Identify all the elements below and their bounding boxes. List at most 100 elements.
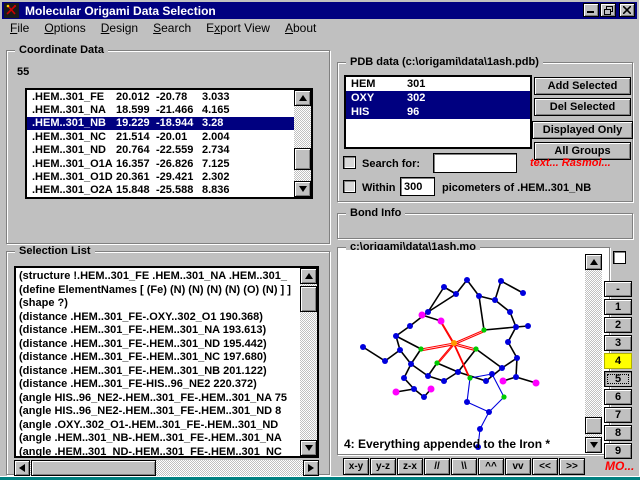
- selection-line[interactable]: (distance .HEM..301_FE-.HEM..301_ND 195.…: [19, 338, 300, 352]
- within-distance-input[interactable]: [400, 177, 435, 196]
- menu-options[interactable]: Options: [44, 21, 85, 35]
- transform-button[interactable]: y-z: [370, 458, 396, 475]
- viewer-checkbox[interactable]: [613, 251, 626, 264]
- view-button-5[interactable]: 5: [604, 371, 632, 387]
- scrollbar-thumb[interactable]: [294, 148, 311, 170]
- scroll-down-icon[interactable]: [585, 437, 602, 453]
- window-title: Molecular Origami Data Selection: [25, 4, 216, 18]
- coordinate-row[interactable]: .HEM..301_FE20.012-20.783.033: [27, 90, 294, 103]
- viewer-scrollbar[interactable]: [585, 254, 602, 453]
- minimize-button[interactable]: [583, 3, 599, 17]
- title-bar[interactable]: Molecular Origami Data Selection: [2, 2, 637, 19]
- add-selected-button[interactable]: Add Selected: [534, 77, 631, 95]
- pdb-row[interactable]: OXY302: [346, 91, 530, 105]
- selection-line[interactable]: (distance .HEM..301_FE-.HEM..301_NB 201.…: [19, 365, 300, 379]
- molecule-canvas[interactable]: [340, 250, 584, 454]
- selection-line[interactable]: (angle .HEM..301_ND-.HEM..301_FE-.HEM..3…: [19, 446, 300, 457]
- selection-line[interactable]: (distance .HEM..301_FE-.HEM..301_NC 197.…: [19, 351, 300, 365]
- scroll-down-icon[interactable]: [300, 440, 317, 456]
- selection-list-title: Selection List: [15, 245, 95, 257]
- selection-list-scrollbar[interactable]: [300, 268, 317, 456]
- pdb-row[interactable]: HEM301: [346, 77, 530, 91]
- selection-line[interactable]: (distance .HEM..301_FE-HIS..96_NE2 220.3…: [19, 378, 300, 392]
- menu-export-view[interactable]: Export View: [206, 21, 270, 35]
- coordinate-row[interactable]: .HEM..301_O2A15.848-25.5888.836: [27, 184, 294, 197]
- scrollbar-thumb[interactable]: [585, 417, 602, 434]
- menu-bar: File Options Design Search Export View About: [2, 19, 637, 37]
- transform-button[interactable]: x-y: [343, 458, 369, 475]
- selection-list-group: Selection List (structure !.HEM..301_FE …: [6, 251, 330, 475]
- within-checkbox[interactable]: [343, 180, 356, 193]
- menu-design[interactable]: Design: [101, 21, 138, 35]
- view-button-7[interactable]: 7: [604, 407, 632, 423]
- restore-button[interactable]: [600, 3, 616, 17]
- view-button-4[interactable]: 4: [604, 353, 632, 369]
- transform-button[interactable]: \\: [451, 458, 477, 475]
- pdb-listbox[interactable]: HEM301OXY302HIS96: [344, 75, 532, 149]
- search-hint: text... Rasmol...: [530, 157, 611, 169]
- scroll-right-icon[interactable]: [303, 460, 319, 476]
- selection-line[interactable]: (angle HIS..96_NE2-.HEM..301_FE-.HEM..30…: [19, 392, 300, 406]
- scrollbar-thumb[interactable]: [31, 460, 156, 476]
- coordinate-row[interactable]: .HEM..301_O1A16.357-26.8267.125: [27, 157, 294, 170]
- selection-line[interactable]: (define ElementNames [ (Fe) (N) (N) (N) …: [19, 284, 300, 298]
- transform-button[interactable]: //: [424, 458, 450, 475]
- selection-list-hscrollbar[interactable]: [14, 460, 319, 476]
- view-button-3[interactable]: 3: [604, 335, 632, 351]
- bond-info-group: Bond Info: [337, 213, 633, 239]
- bond-info-title: Bond Info: [346, 207, 405, 219]
- transform-button[interactable]: <<: [532, 458, 558, 475]
- coordinate-row[interactable]: .HEM..301_NB19.229-18.9443.28: [27, 117, 294, 130]
- view-caption: 4: Everything appended to the Iron *: [344, 437, 550, 451]
- scrollbar-track[interactable]: [294, 106, 311, 181]
- app-icon[interactable]: [4, 3, 19, 18]
- menu-file[interactable]: File: [10, 21, 29, 35]
- selection-line[interactable]: (shape ?): [19, 297, 300, 311]
- close-button[interactable]: [619, 3, 635, 17]
- selection-line[interactable]: (angle HIS..96_NE2-.HEM..301_FE-.HEM..30…: [19, 405, 300, 419]
- coordinate-row[interactable]: .HEM..301_ND20.764-22.5592.734: [27, 144, 294, 157]
- coordinate-count: 55: [17, 66, 29, 78]
- scroll-left-icon[interactable]: [14, 460, 30, 476]
- pdb-data-title: PDB data (c:\origami\data\1ash.pdb): [346, 56, 543, 68]
- scroll-up-icon[interactable]: [585, 254, 602, 270]
- transform-button[interactable]: >>: [559, 458, 585, 475]
- coordinate-data-title: Coordinate Data: [15, 44, 108, 56]
- displayed-only-button[interactable]: Displayed Only: [532, 121, 633, 139]
- selection-listbox[interactable]: (structure !.HEM..301_FE .HEM..301_NA .H…: [14, 266, 319, 458]
- coordinate-row[interactable]: .HEM..301_NA18.599-21.4664.165: [27, 103, 294, 116]
- transform-button[interactable]: z-x: [397, 458, 423, 475]
- view-button-8[interactable]: 8: [604, 425, 632, 441]
- scrollbar-track[interactable]: [585, 270, 602, 437]
- molecule-drawing: [340, 250, 584, 454]
- search-for-label: Search for:: [362, 158, 420, 170]
- coordinate-list-scrollbar[interactable]: [294, 90, 311, 197]
- selection-line[interactable]: (distance .HEM..301_FE-.OXY..302_O1 190.…: [19, 311, 300, 325]
- view-button-1[interactable]: 1: [604, 299, 632, 315]
- coordinate-row[interactable]: .HEM..301_O1D20.361-29.4212.302: [27, 170, 294, 183]
- scroll-up-icon[interactable]: [294, 90, 311, 106]
- search-input[interactable]: [433, 153, 517, 173]
- view-button-6[interactable]: 6: [604, 389, 632, 405]
- search-for-checkbox[interactable]: [343, 156, 356, 169]
- view-button-2[interactable]: 2: [604, 317, 632, 333]
- coordinate-listbox[interactable]: .HEM..301_FE20.012-20.783.033.HEM..301_N…: [25, 88, 313, 199]
- del-selected-button[interactable]: Del Selected: [534, 98, 631, 116]
- pdb-row[interactable]: HIS96: [346, 105, 530, 119]
- scroll-up-icon[interactable]: [300, 268, 317, 284]
- coordinate-row[interactable]: .HEM..301_NC21.514-20.012.004: [27, 130, 294, 143]
- view-button-none[interactable]: -: [604, 281, 632, 297]
- transform-button[interactable]: vv: [505, 458, 531, 475]
- transform-button[interactable]: ^^: [478, 458, 504, 475]
- selection-line[interactable]: (angle .OXY..302_O1-.HEM..301_FE-.HEM..3…: [19, 419, 300, 433]
- selection-line[interactable]: (structure !.HEM..301_FE .HEM..301_NA .H…: [19, 270, 300, 284]
- scrollbar-thumb[interactable]: [300, 286, 317, 312]
- scrollbar-track[interactable]: [300, 284, 317, 440]
- scrollbar-track[interactable]: [30, 460, 303, 476]
- selection-line[interactable]: (distance .HEM..301_FE-.HEM..301_NA 193.…: [19, 324, 300, 338]
- selection-line[interactable]: (angle .HEM..301_NB-.HEM..301_FE-.HEM..3…: [19, 432, 300, 446]
- menu-search[interactable]: Search: [153, 21, 191, 35]
- scroll-down-icon[interactable]: [294, 181, 311, 197]
- menu-about[interactable]: About: [285, 21, 316, 35]
- view-button-9[interactable]: 9: [604, 443, 632, 459]
